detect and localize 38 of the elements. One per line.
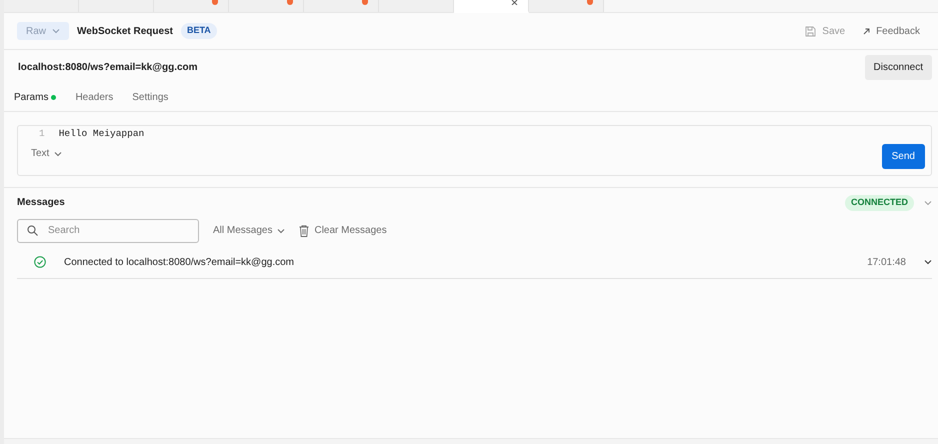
chevron-icon — [924, 259, 932, 265]
trash-icon — [299, 224, 310, 236]
search-icon — [27, 225, 38, 236]
close-icon — [511, 0, 518, 5]
status-badge: CONNECTED — [844, 195, 914, 210]
search-box[interactable]: Search — [17, 218, 199, 242]
send-button[interactable]: Send — [882, 144, 925, 169]
request-tab[interactable]: Headers — [75, 90, 114, 105]
request-tab[interactable]: Settings — [132, 90, 168, 105]
request-tab[interactable]: Params — [14, 90, 56, 105]
message-text: Connected to localhost:8080/ws?email=kk@gg.com — [64, 256, 295, 270]
search-input[interactable]: Search — [46, 222, 186, 239]
url-field[interactable]: localhost:8080/ws?email=kk@gg.com — [18, 60, 198, 75]
save-icon — [805, 26, 816, 36]
chevron-icon — [924, 200, 932, 206]
check-circle-icon — [34, 256, 46, 268]
format-dropdown[interactable]: Text — [31, 146, 62, 169]
request-title: WebSocket Request — [77, 24, 173, 38]
feedback-button[interactable]: Feedback — [863, 24, 920, 38]
message-editor[interactable]: 1 Hello Meiyappan Text Send — [17, 125, 932, 176]
editor-tab[interactable] — [154, 0, 229, 12]
editor-tab[interactable] — [529, 0, 604, 12]
editor-tab[interactable] — [304, 0, 379, 12]
caret-icon — [52, 28, 60, 34]
disconnect-button[interactable]: Disconnect — [864, 55, 932, 80]
clear-button[interactable]: Clear Messages — [299, 223, 387, 238]
line-number: 1 — [39, 127, 45, 141]
editor-tab[interactable] — [229, 0, 304, 12]
section-title: Messages — [17, 196, 65, 210]
arrow-icon — [863, 28, 870, 34]
code-line: Hello Meiyappan — [58, 127, 144, 141]
filter-dropdown[interactable]: All Messages — [213, 223, 286, 238]
message-row[interactable]: Connected to localhost:8080/ws?email=kk@gg.com 17:01:48 — [17, 250, 932, 278]
caret-icon — [277, 228, 286, 234]
save-button[interactable]: Save — [805, 24, 846, 38]
caret-icon — [54, 150, 62, 156]
beta-badge: BETA — [180, 23, 217, 39]
message-time: 17:01:48 — [867, 256, 906, 270]
